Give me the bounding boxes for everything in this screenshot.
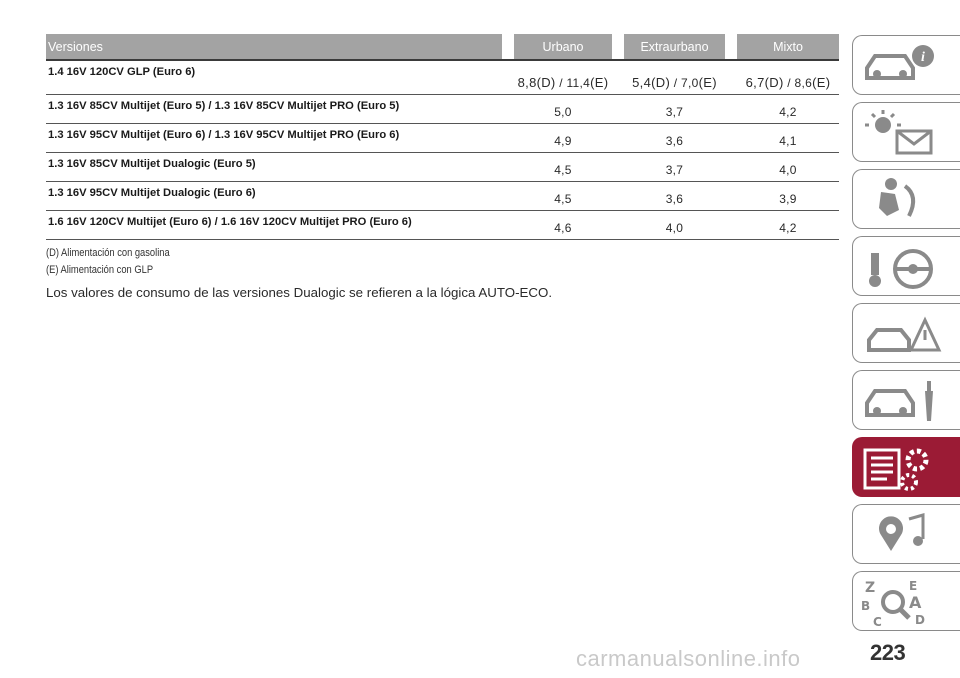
- header-mixto: Mixto: [737, 34, 839, 61]
- tab-maintenance[interactable]: [852, 370, 960, 430]
- warning-light-message-icon: [865, 110, 933, 155]
- page-number: 223: [870, 640, 906, 665]
- tab-multimedia[interactable]: [852, 504, 960, 564]
- table-row: 1.3 16V 85CV Multijet (Euro 5) / 1.3 16V…: [46, 95, 839, 124]
- technical-data-icon: [863, 448, 929, 491]
- extraurbano-value: 3,6: [624, 182, 725, 211]
- version-name: 1.6 16V 120CV Multijet (Euro 6) / 1.6 16…: [46, 211, 502, 240]
- urbano-value: 4,9: [514, 124, 612, 153]
- extraurbano-value: 3,7: [624, 153, 725, 182]
- consumption-table: Versiones Urbano Extraurbano Mixto 1.4 1…: [46, 34, 839, 240]
- urbano-value: 8,8(D) / 11,4(E): [514, 61, 612, 95]
- header-versiones: Versiones: [46, 34, 502, 61]
- svg-text:C: C: [873, 615, 882, 629]
- table-row: 1.3 16V 95CV Multijet Dualogic (Euro 6) …: [46, 182, 839, 211]
- tab-warning-lights[interactable]: [852, 102, 960, 162]
- header-extraurbano: Extraurbano: [624, 34, 725, 61]
- version-name: 1.4 16V 120CV GLP (Euro 6): [46, 61, 502, 95]
- seat-airbag-icon: [879, 178, 916, 217]
- car-accident-icon: [867, 316, 942, 352]
- footnote-e: (E) Alimentación con GLP: [46, 264, 154, 276]
- table-row: 1.6 16V 120CV Multijet (Euro 6) / 1.6 16…: [46, 211, 839, 240]
- tab-safety[interactable]: [852, 169, 960, 229]
- extraurbano-value: 4,0: [624, 211, 725, 240]
- urbano-value: 4,5: [514, 182, 612, 211]
- svg-text:Z: Z: [865, 580, 875, 596]
- mixto-value: 3,9: [737, 182, 839, 211]
- mixto-value: 6,7(D) / 8,6(E): [737, 61, 839, 95]
- tab-starting[interactable]: [852, 236, 960, 296]
- tab-car-info[interactable]: i: [852, 35, 960, 95]
- extraurbano-value: 3,7: [624, 95, 725, 124]
- table-row: 1.3 16V 95CV Multijet (Euro 6) / 1.3 16V…: [46, 124, 839, 153]
- svg-text:i: i: [921, 50, 925, 65]
- footnotes: (D) Alimentación con gasolina (E) Alimen…: [46, 245, 720, 279]
- main-content: Versiones Urbano Extraurbano Mixto 1.4 1…: [46, 34, 839, 300]
- car-wrench-icon: [865, 381, 933, 421]
- tab-emergency[interactable]: [852, 303, 960, 363]
- svg-text:A: A: [909, 593, 922, 612]
- watermark: carmanualsonline.info: [576, 646, 801, 671]
- header-urbano: Urbano: [514, 34, 612, 61]
- footnote-d: (D) Alimentación con gasolina: [46, 247, 170, 259]
- version-name: 1.3 16V 95CV Multijet Dualogic (Euro 6): [46, 182, 502, 211]
- urbano-value: 5,0: [514, 95, 612, 124]
- svg-text:E: E: [909, 579, 917, 593]
- table-header-row: Versiones Urbano Extraurbano Mixto: [46, 34, 839, 61]
- urbano-value: 4,5: [514, 153, 612, 182]
- key-steering-wheel-icon: [869, 249, 933, 289]
- version-name: 1.3 16V 85CV Multijet (Euro 5) / 1.3 16V…: [46, 95, 502, 124]
- version-name: 1.3 16V 95CV Multijet (Euro 6) / 1.3 16V…: [46, 124, 502, 153]
- mixto-value: 4,1: [737, 124, 839, 153]
- tab-index[interactable]: Z E B A C D: [852, 571, 960, 631]
- mixto-value: 4,2: [737, 95, 839, 124]
- car-info-icon: i: [865, 45, 934, 80]
- version-name: 1.3 16V 85CV Multijet Dualogic (Euro 5): [46, 153, 502, 182]
- table-row: 1.4 16V 120CV GLP (Euro 6) 8,8(D) / 11,4…: [46, 61, 839, 95]
- dualogic-note: Los valores de consumo de las versiones …: [46, 285, 553, 300]
- urbano-value: 4,6: [514, 211, 612, 240]
- mixto-value: 4,0: [737, 153, 839, 182]
- extraurbano-value: 3,6: [624, 124, 725, 153]
- mixto-value: 4,2: [737, 211, 839, 240]
- svg-text:B: B: [861, 599, 870, 613]
- table-row: 1.3 16V 85CV Multijet Dualogic (Euro 5) …: [46, 153, 839, 182]
- index-search-icon: Z E B A C D: [861, 579, 925, 629]
- extraurbano-value: 5,4(D) / 7,0(E): [624, 61, 725, 95]
- svg-text:D: D: [915, 613, 925, 627]
- multimedia-icon: [879, 513, 925, 551]
- tab-technical-data[interactable]: [852, 437, 960, 497]
